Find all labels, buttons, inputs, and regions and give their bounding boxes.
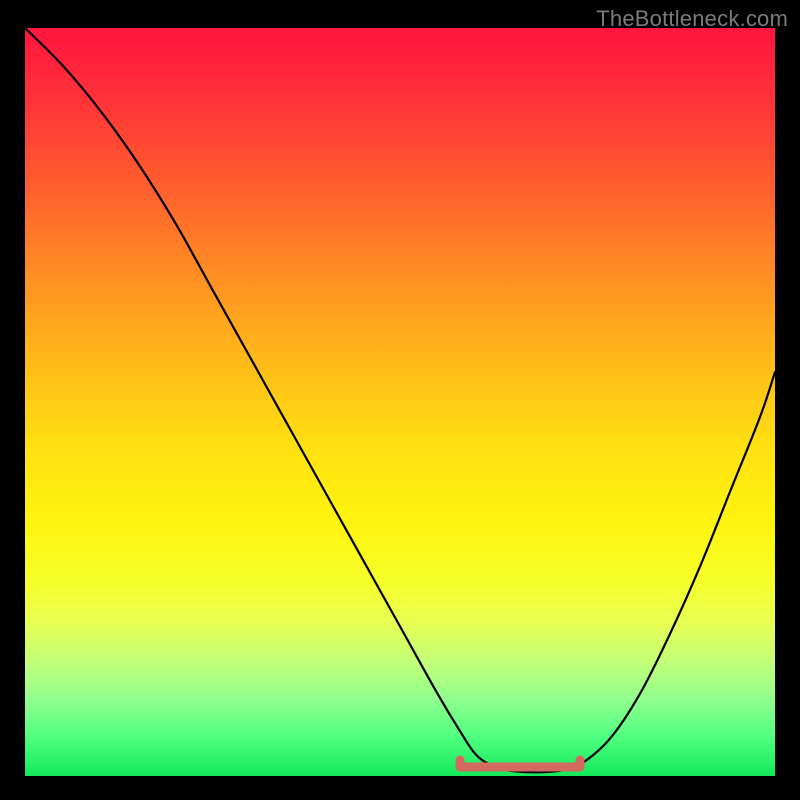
watermark-text: TheBottleneck.com [596, 6, 788, 32]
optimal-range-marker [460, 760, 580, 767]
chart-svg [25, 28, 775, 776]
plot-area [25, 28, 775, 776]
chart-container: TheBottleneck.com [0, 0, 800, 800]
bottleneck-curve [25, 28, 775, 772]
